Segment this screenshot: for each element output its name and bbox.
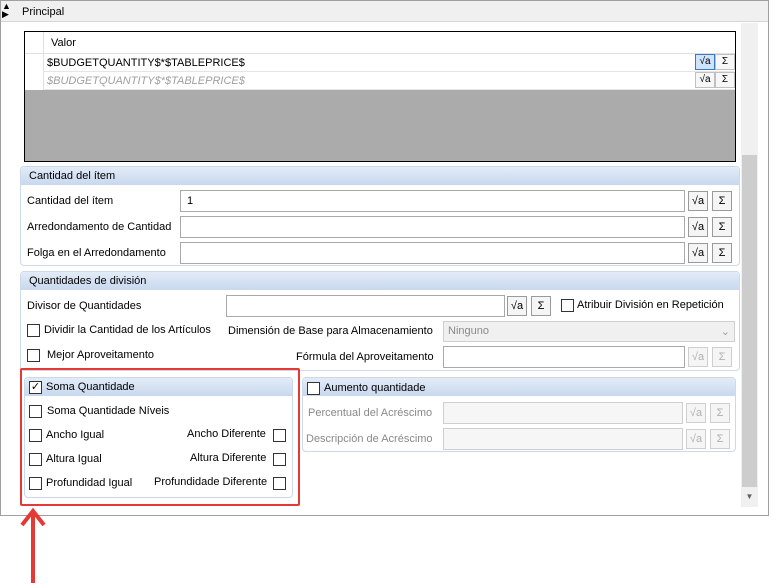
red-arrow-icon xyxy=(20,507,46,583)
formula-editor-icon[interactable]: √a xyxy=(507,296,527,316)
rounding-slack-label: Folga en el Arredondamento xyxy=(27,247,166,259)
sum-icon[interactable]: Σ xyxy=(715,54,735,70)
increase-quantity-checkbox[interactable] xyxy=(307,382,320,395)
scrollbar-thumb[interactable] xyxy=(742,155,757,487)
chevron-down-icon: ⌄ xyxy=(720,326,730,338)
rounding-slack-input[interactable] xyxy=(180,242,685,264)
table-row[interactable]: $BUDGETQUANTITY$*$TABLEPRICE$ √a Σ xyxy=(25,54,735,72)
formula-editor-icon: √a xyxy=(688,347,708,367)
group-header: Cantidad del ítem xyxy=(21,167,739,185)
best-use-formula-input[interactable] xyxy=(443,346,685,368)
best-use-checkbox[interactable] xyxy=(27,349,40,362)
grid-header: Valor xyxy=(25,32,735,54)
best-use-formula-label: Fórmula del Aproveitamento xyxy=(296,351,434,363)
divisor-label: Divisor de Quantidades xyxy=(27,300,142,312)
sum-icon[interactable]: Σ xyxy=(712,243,732,263)
attrib-division-label: Atribuir División en Repetición xyxy=(577,299,724,311)
base-dimension-value: Ninguno xyxy=(448,325,489,337)
increase-percent-label: Percentual del Acréscimo xyxy=(308,407,433,419)
scroll-down-icon[interactable]: ▼ xyxy=(741,489,758,505)
grid-new-row-placeholder[interactable]: $BUDGETQUANTITY$*$TABLEPRICE$ xyxy=(47,75,245,87)
sum-icon[interactable]: Σ xyxy=(712,217,732,237)
table-row[interactable]: $BUDGETQUANTITY$*$TABLEPRICE$ √a Σ xyxy=(25,72,735,90)
best-use-label: Mejor Aproveitamento xyxy=(47,349,154,361)
divisor-input[interactable] xyxy=(226,295,505,317)
row-selector[interactable] xyxy=(25,72,44,90)
sum-icon[interactable]: Σ xyxy=(531,296,551,316)
item-quantity-label: Cantidad del ítem xyxy=(27,195,114,207)
row-selector[interactable] xyxy=(25,54,44,72)
divide-quantity-label: Dividir la Cantidad de los Artículos xyxy=(44,324,211,336)
increase-quantity-title: Aumento quantidade xyxy=(324,382,426,394)
divide-quantity-checkbox[interactable] xyxy=(27,324,40,337)
formula-editor-icon[interactable]: √a xyxy=(688,191,708,211)
rounding-input[interactable] xyxy=(180,216,685,238)
sum-icon: Σ xyxy=(710,403,730,423)
panel-title: Principal xyxy=(22,6,65,18)
group-title: Cantidad del ítem xyxy=(29,170,116,182)
formula-editor-icon[interactable]: √a xyxy=(695,54,715,70)
group-title: Quantidades de división xyxy=(29,275,147,287)
increase-percent-input xyxy=(443,402,683,424)
item-quantity-input[interactable]: 1 xyxy=(180,190,685,212)
sum-icon[interactable]: Σ xyxy=(715,72,735,88)
expand-arrows-icon[interactable]: ▲ ▶ xyxy=(2,2,12,20)
increase-description-label: Descripción de Acréscimo xyxy=(306,433,433,445)
sum-icon: Σ xyxy=(710,429,730,449)
formula-editor-icon: √a xyxy=(686,403,706,423)
formula-editor-icon[interactable]: √a xyxy=(695,72,715,88)
grid-column-valor: Valor xyxy=(51,37,76,49)
grid-cell-value[interactable]: $BUDGETQUANTITY$*$TABLEPRICE$ xyxy=(47,57,245,69)
attrib-division-checkbox[interactable] xyxy=(561,299,574,312)
formula-grid: Valor $BUDGETQUANTITY$*$TABLEPRICE$ √a Σ… xyxy=(24,31,736,162)
sum-icon: Σ xyxy=(712,347,732,367)
highlight-box xyxy=(20,368,300,506)
rounding-label: Arredondamento de Cantidad xyxy=(27,221,172,233)
panel-titlebar: Principal xyxy=(1,1,768,22)
base-dimension-select[interactable]: Ninguno ⌄ xyxy=(443,321,735,342)
formula-editor-icon: √a xyxy=(686,429,706,449)
sum-icon[interactable]: Σ xyxy=(712,191,732,211)
formula-editor-icon[interactable]: √a xyxy=(688,243,708,263)
grid-row-header xyxy=(25,32,44,54)
formula-editor-icon[interactable]: √a xyxy=(688,217,708,237)
increase-description-input xyxy=(443,428,683,450)
group-header: Quantidades de división xyxy=(21,272,739,290)
base-dimension-label: Dimensión de Base para Almacenamiento xyxy=(228,325,433,337)
